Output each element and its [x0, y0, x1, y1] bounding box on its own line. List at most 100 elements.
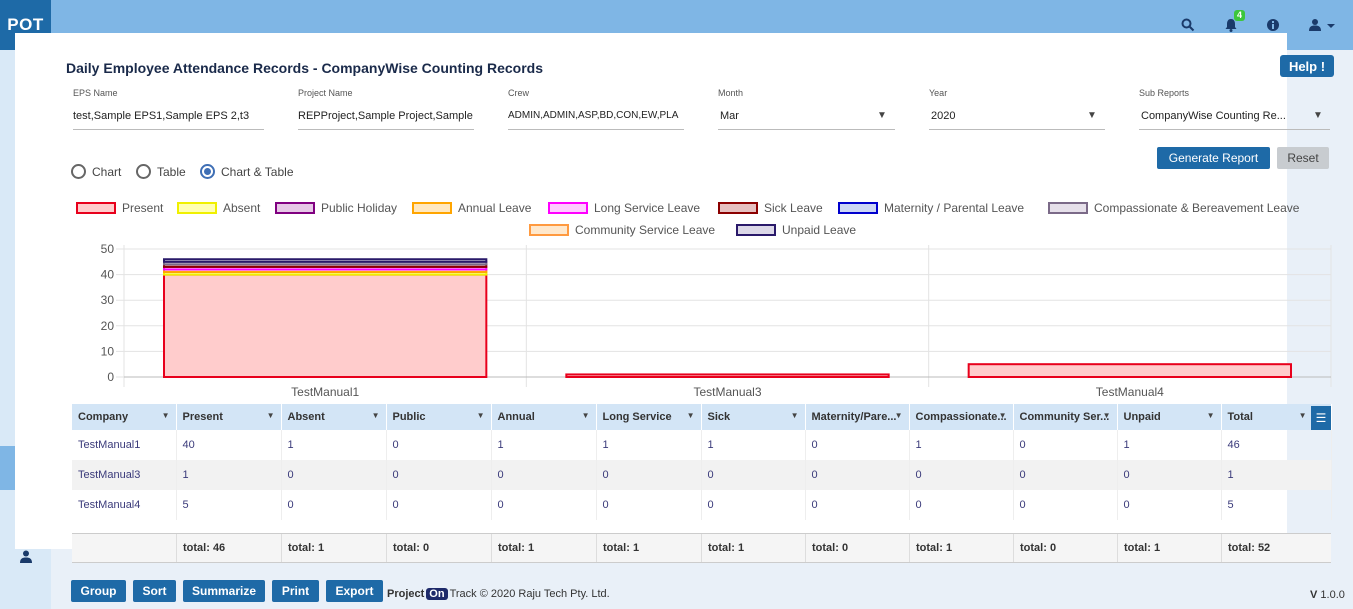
chevron-down-icon[interactable]: ▼ [999, 411, 1007, 420]
chevron-down-icon[interactable]: ▼ [582, 411, 590, 420]
chevron-down-icon[interactable]: ▼ [1299, 411, 1307, 420]
column-menu-icon[interactable]: ☰ [1311, 406, 1331, 430]
chevron-down-icon[interactable]: ▼ [372, 411, 380, 420]
table-row[interactable]: TestManual4 5 0 0 0 0 0 0 0 0 0 5 [72, 490, 1332, 520]
chevron-down-icon[interactable]: ▼ [1103, 411, 1111, 420]
column-header[interactable]: Maternity/Pare... ▼ [805, 404, 910, 430]
project-name-value[interactable]: REPProject,Sample Project,Sample [298, 110, 474, 122]
table-cell: 0 [281, 490, 387, 520]
column-header-label: Absent [287, 411, 325, 423]
info-icon[interactable] [1264, 16, 1282, 34]
totals-row: total: 46 total: 1 total: 0 total: 1 total: … [72, 533, 1331, 563]
column-header-label: Long Service [602, 411, 672, 423]
chevron-down-icon[interactable]: ▼ [895, 411, 903, 420]
column-header[interactable]: Community Ser... ▼ [1013, 404, 1118, 430]
sub-reports-value[interactable]: CompanyWise Counting Re... [1141, 110, 1301, 122]
brand-on-badge: On [426, 588, 448, 600]
column-header[interactable]: Unpaid ▼ [1117, 404, 1222, 430]
chevron-down-icon[interactable]: ▼ [877, 110, 887, 121]
sort-button[interactable]: Sort [133, 580, 176, 602]
chevron-down-icon[interactable]: ▼ [687, 411, 695, 420]
table-cell: TestManual3 [72, 460, 177, 490]
year-label: Year [929, 88, 948, 98]
print-button[interactable]: Print [272, 580, 319, 602]
radio-chart-table-label: Chart & Table [221, 164, 294, 179]
version-label: V 1.0.0 [1310, 589, 1345, 601]
radio-chart[interactable]: Chart [71, 164, 121, 179]
table-cell: 0 [909, 490, 1014, 520]
table-cell: 1 [596, 430, 702, 460]
eps-name-value[interactable]: test,Sample EPS1,Sample EPS 2,t3 [73, 110, 264, 122]
total-cell: total: 46 [176, 534, 281, 562]
year-select[interactable]: Year 2020 ▼ [929, 88, 1105, 132]
help-button[interactable]: Help ! [1280, 55, 1334, 77]
table-row[interactable]: TestManual1 40 1 0 1 1 1 0 1 0 1 46 [72, 430, 1332, 460]
chevron-down-icon[interactable]: ▼ [162, 411, 170, 420]
notification-badge: 4 [1234, 10, 1246, 21]
chart-container: Present Absent Public Holiday Annual Leave L… [72, 195, 1332, 400]
x-tick-label: TestManual4 [1096, 385, 1164, 399]
radio-circle-selected[interactable] [200, 164, 215, 179]
y-tick-label: 20 [101, 319, 115, 333]
generate-report-button[interactable]: Generate Report [1157, 147, 1270, 169]
reset-button[interactable]: Reset [1277, 147, 1329, 169]
table-cell: 0 [596, 490, 702, 520]
column-header[interactable]: Sick ▼ [701, 404, 806, 430]
project-name-field[interactable]: Project Name REPProject,Sample Project,S… [298, 88, 474, 132]
table-row[interactable]: TestManual3 1 0 0 0 0 0 0 0 0 0 1 [72, 460, 1332, 490]
column-header[interactable]: Company ▼ [72, 404, 177, 430]
total-cell: total: 0 [1013, 534, 1117, 562]
column-header-label: Maternity/Pare... [811, 411, 897, 423]
column-header[interactable]: Absent ▼ [281, 404, 387, 430]
summarize-button[interactable]: Summarize [183, 580, 265, 602]
eps-name-field[interactable]: EPS Name test,Sample EPS1,Sample EPS 2,t… [73, 88, 264, 132]
radio-chart-table[interactable]: Chart & Table [200, 164, 294, 179]
chevron-down-icon[interactable]: ▼ [1207, 411, 1215, 420]
table-cell: 0 [805, 490, 910, 520]
month-select[interactable]: Month Mar ▼ [718, 88, 895, 132]
bar-segment [163, 273, 488, 378]
page-title: Daily Employee Attendance Records - Comp… [66, 60, 544, 76]
total-cell: total: 1 [491, 534, 596, 562]
group-button[interactable]: Group [71, 580, 126, 602]
y-tick-label: 40 [101, 268, 115, 282]
table-cell: 0 [281, 460, 387, 490]
column-header[interactable]: Public ▼ [386, 404, 492, 430]
month-value[interactable]: Mar [720, 110, 739, 122]
column-header-label: Total [1227, 411, 1253, 423]
table-cell: 1 [909, 430, 1014, 460]
table-cell: 5 [1221, 490, 1332, 520]
column-header[interactable]: Compassionate... ▼ [909, 404, 1014, 430]
chevron-down-icon[interactable]: ▼ [1087, 110, 1097, 121]
data-table: Company ▼ Present ▼ Absent ▼ Public ▼ Annual ▼ Lon… [72, 404, 1332, 520]
column-header[interactable]: Long Service ▼ [596, 404, 702, 430]
sub-reports-select[interactable]: Sub Reports CompanyWise Counting Re... ▼ [1139, 88, 1330, 132]
column-header[interactable]: Annual ▼ [491, 404, 597, 430]
table-cell: 0 [1117, 490, 1222, 520]
user-menu-icon[interactable] [1306, 16, 1340, 34]
chevron-down-icon[interactable]: ▼ [1313, 110, 1323, 121]
column-header[interactable]: Present ▼ [176, 404, 282, 430]
table-cell: TestManual4 [72, 490, 177, 520]
column-header-label: Public [392, 411, 426, 423]
table-cell: 0 [701, 490, 806, 520]
radio-circle[interactable] [71, 164, 86, 179]
crew-field[interactable]: Crew ADMIN,ADMIN,ASP,BD,CON,EW,PLA [508, 88, 684, 132]
copyright-text: Project On Track © 2020 Raju Tech Pty. L… [387, 588, 610, 600]
table-cell: 0 [1117, 460, 1222, 490]
table-cell: 0 [805, 430, 910, 460]
chevron-down-icon[interactable]: ▼ [267, 411, 275, 420]
search-icon[interactable] [1179, 16, 1197, 34]
table-cell: 0 [909, 460, 1014, 490]
version-number: 1.0.0 [1320, 589, 1345, 601]
year-value[interactable]: 2020 [931, 110, 955, 122]
table-cell: 1 [176, 460, 282, 490]
radio-table[interactable]: Table [136, 164, 186, 179]
chevron-down-icon[interactable]: ▼ [477, 411, 485, 420]
crew-value[interactable]: ADMIN,ADMIN,ASP,BD,CON,EW,PLA [508, 110, 684, 121]
column-header-label: Unpaid [1123, 411, 1161, 423]
x-tick-label: TestManual3 [693, 385, 761, 399]
chevron-down-icon[interactable]: ▼ [791, 411, 799, 420]
export-button[interactable]: Export [326, 580, 383, 602]
radio-circle[interactable] [136, 164, 151, 179]
